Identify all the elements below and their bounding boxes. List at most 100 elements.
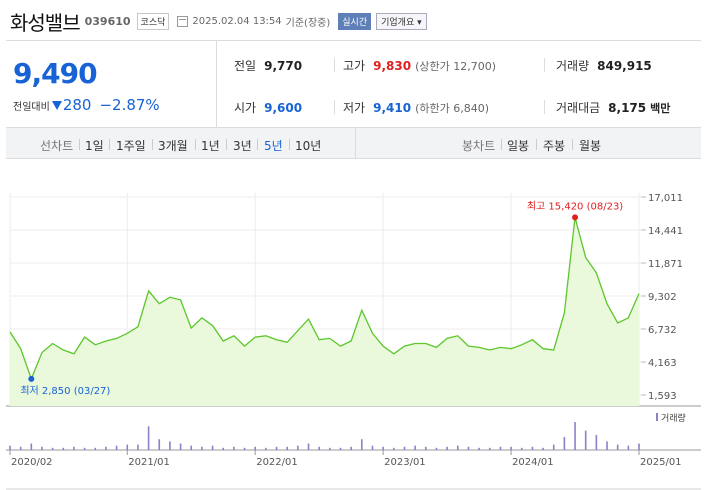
- x-tick-label: 2025/01: [640, 457, 682, 468]
- line-chart-label: 선차트: [40, 139, 74, 153]
- stat-amount-value: 8,175: [608, 101, 647, 115]
- divider: [195, 139, 196, 150]
- stat-prev-value: 9,770: [264, 59, 303, 73]
- volume-bar: [265, 447, 267, 450]
- tab-1d[interactable]: 1일: [85, 137, 104, 154]
- change-row: 전일대비 280 −2.87%: [13, 96, 160, 114]
- stat-prev-label: 전일: [234, 59, 257, 73]
- stat-open: 시가 9,600: [234, 99, 302, 116]
- volume-bar: [595, 434, 598, 450]
- stat-amount-label: 거래대금: [556, 101, 601, 115]
- volume-bar: [275, 446, 278, 450]
- x-tick-label: 2021/01: [128, 457, 170, 468]
- volume-legend: 거래량: [656, 412, 686, 424]
- tab-1y[interactable]: 1년: [201, 137, 220, 154]
- candle-chart-label: 봉차트: [462, 139, 496, 153]
- tab-monthly[interactable]: 월봉: [579, 137, 601, 154]
- volume-legend-label: 거래량: [661, 412, 686, 424]
- market-badge: 코스닥: [136, 12, 170, 30]
- volume-bar: [478, 447, 480, 450]
- volume-bar: [499, 446, 502, 450]
- volume-bar: [211, 445, 214, 450]
- stat-low-label: 저가: [343, 101, 366, 115]
- volume-bar: [297, 445, 299, 450]
- volume-bar: [627, 445, 630, 450]
- volume-bar: [233, 446, 235, 450]
- stat-high-label: 고가: [343, 59, 366, 73]
- stat-high-value: 9,830: [373, 59, 412, 73]
- tab-weekly[interactable]: 주봉: [543, 137, 565, 154]
- y-axis: 17,011 14,441 11,871 9,302 6,732 4,163 1,593: [641, 193, 683, 402]
- stat-volume-value: 849,915: [597, 59, 652, 73]
- quote-datetime: 2025.02.04 13:54: [192, 15, 282, 27]
- chevron-down-icon: ▾: [417, 17, 422, 28]
- tab-3m[interactable]: 3개월: [158, 137, 188, 154]
- tab-3y[interactable]: 3년: [233, 137, 252, 154]
- volume-bar: [94, 447, 97, 450]
- volume-bar: [222, 447, 225, 450]
- divider: [226, 139, 227, 150]
- volume-bar: [286, 446, 288, 450]
- min-label: 최저 2,850 (03/27): [20, 385, 110, 397]
- stat-amount: 거래대금 8,175 백만: [556, 99, 670, 116]
- y-tick-label: 4,163: [648, 358, 677, 369]
- price-chart: 17,011 14,441 11,871 9,302 6,732 4,163 1,593 2…: [6, 193, 701, 490]
- corp-info-dropdown[interactable]: 기업개요 ▾: [376, 12, 427, 30]
- divider: [544, 100, 545, 114]
- stock-header: 화성밸브 039610 코스닥 2025.02.04 13:54 기준(장중) …: [10, 8, 427, 35]
- tab-5y[interactable]: 5년: [264, 137, 283, 154]
- volume-bar: [51, 447, 54, 450]
- calendar-icon: [177, 15, 189, 27]
- volume-bar: [531, 446, 534, 450]
- y-tick-label: 17,011: [648, 193, 683, 204]
- realtime-button[interactable]: 실시간: [338, 12, 372, 30]
- volume-bar: [158, 439, 161, 450]
- divider: [79, 139, 80, 150]
- volume-bar: [616, 444, 619, 450]
- stat-prev: 전일 9,770: [234, 57, 302, 74]
- volume-bar: [9, 445, 11, 450]
- tab-10y[interactable]: 10년: [295, 137, 321, 154]
- divider: [334, 100, 335, 114]
- divider: [536, 139, 537, 150]
- stat-low-value: 9,410: [373, 101, 412, 115]
- volume-bar: [414, 445, 416, 450]
- tab-daily[interactable]: 일봉: [507, 137, 529, 154]
- tab-1w[interactable]: 1주일: [116, 137, 146, 154]
- volume-bar: [584, 430, 587, 450]
- x-tick-label: 2024/01: [512, 457, 554, 468]
- stat-high: 고가 9,830 (상한가 12,700): [343, 57, 496, 74]
- volume-bar: [371, 445, 374, 450]
- max-marker: [572, 214, 579, 221]
- divider: [289, 139, 290, 150]
- volume-bar: [510, 446, 512, 450]
- volume-bar: [361, 439, 363, 450]
- price-area: [10, 217, 639, 406]
- stock-code: 039610: [84, 14, 131, 28]
- y-tick-label: 9,302: [648, 292, 677, 303]
- corp-info-label: 기업개요: [381, 17, 415, 28]
- stat-upper-limit: (상한가 12,700): [415, 60, 496, 73]
- volume-bar: [307, 443, 310, 450]
- price-box: 9,490 전일대비 280 −2.87%: [6, 41, 217, 127]
- volume-bar: [456, 445, 459, 450]
- divider: [109, 139, 110, 150]
- divider: [501, 139, 502, 150]
- divider: [544, 58, 545, 72]
- stat-volume: 거래량 849,915: [556, 57, 652, 74]
- volume-bar: [179, 443, 182, 450]
- volume-bar: [254, 446, 257, 450]
- max-label: 최고 15,420 (08/23): [527, 200, 623, 212]
- volume-bar: [392, 447, 395, 450]
- volume-bar: [606, 441, 608, 450]
- current-price: 9,490: [13, 57, 98, 90]
- volume-bar: [115, 445, 118, 450]
- quote-basis: 기준(장중): [285, 17, 331, 29]
- volume-bars: [9, 422, 640, 450]
- down-arrow-icon: [51, 100, 62, 110]
- divider: [572, 139, 573, 150]
- volume-bar: [126, 444, 129, 450]
- volume-bar: [318, 446, 320, 450]
- volume-bar: [243, 447, 246, 450]
- volume-bar: [638, 443, 640, 450]
